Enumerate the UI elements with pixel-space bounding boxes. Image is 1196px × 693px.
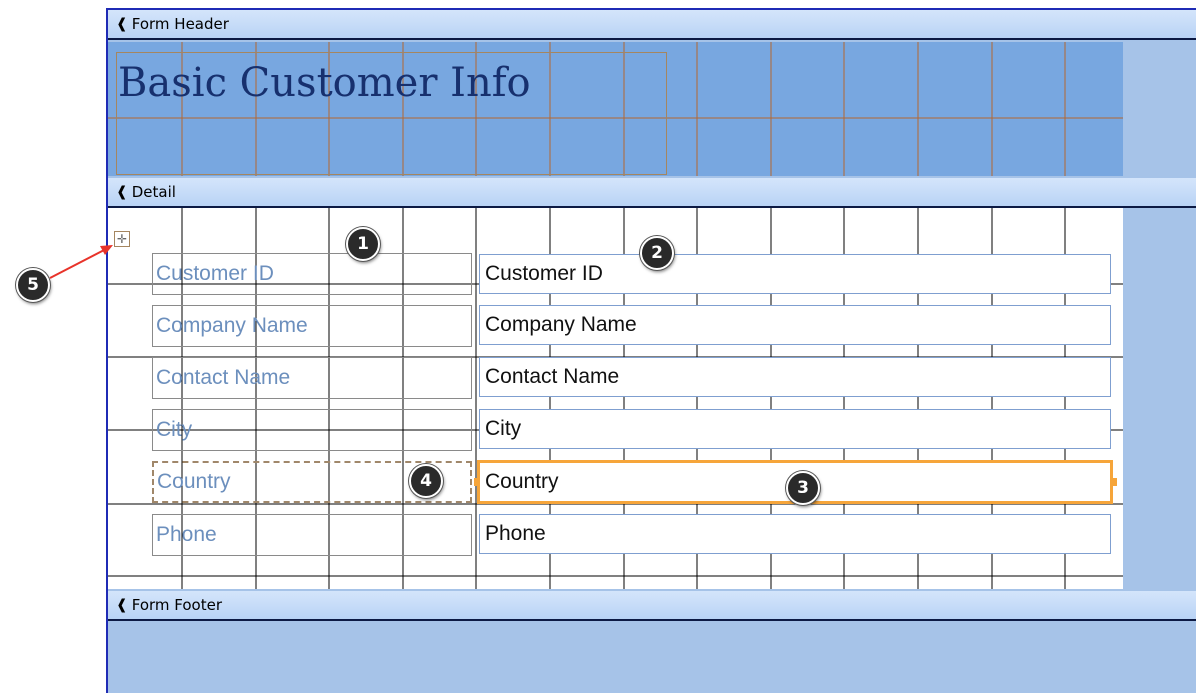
form-footer-label: Form Footer [131,596,223,614]
textbox-customer-id[interactable]: Customer ID [479,254,1111,294]
detail-empty-area [1123,208,1196,589]
label-phone[interactable]: Phone [152,514,472,556]
form-header-bar[interactable]: ❰ Form Header [108,10,1196,40]
section-arrow-icon: ❰ [116,184,128,200]
callout-badge-1: 1 [346,227,380,261]
form-footer-bar[interactable]: ❰ Form Footer [108,591,1196,621]
callout-badge-3: 3 [786,471,820,505]
callout-badge-2: 2 [640,236,674,270]
detail-bar[interactable]: ❰ Detail [108,178,1196,208]
section-arrow-icon: ❰ [116,16,128,32]
header-empty-area [1123,42,1196,176]
label-contact-name[interactable]: Contact Name [152,357,472,399]
callout-badge-5: 5 [16,268,50,302]
move-handle-icon[interactable]: ✛ [114,231,130,247]
selection-handle-right[interactable] [1111,478,1117,486]
selection-handle-left[interactable] [474,478,480,486]
section-arrow-icon: ❰ [116,597,128,613]
detail-label: Detail [131,183,176,201]
form-footer-section[interactable] [108,622,1196,693]
label-customer-id[interactable]: Customer ID [152,253,472,295]
label-city[interactable]: City [152,409,472,451]
textbox-phone[interactable]: Phone [479,514,1111,554]
label-company-name[interactable]: Company Name [152,305,472,347]
callout-badge-4: 4 [409,464,443,498]
textbox-company-name[interactable]: Company Name [479,305,1111,345]
textbox-city[interactable]: City [479,409,1111,449]
form-title[interactable]: Basic Customer Info [118,60,531,106]
form-header-label: Form Header [131,15,229,33]
textbox-contact-name[interactable]: Contact Name [479,357,1111,397]
